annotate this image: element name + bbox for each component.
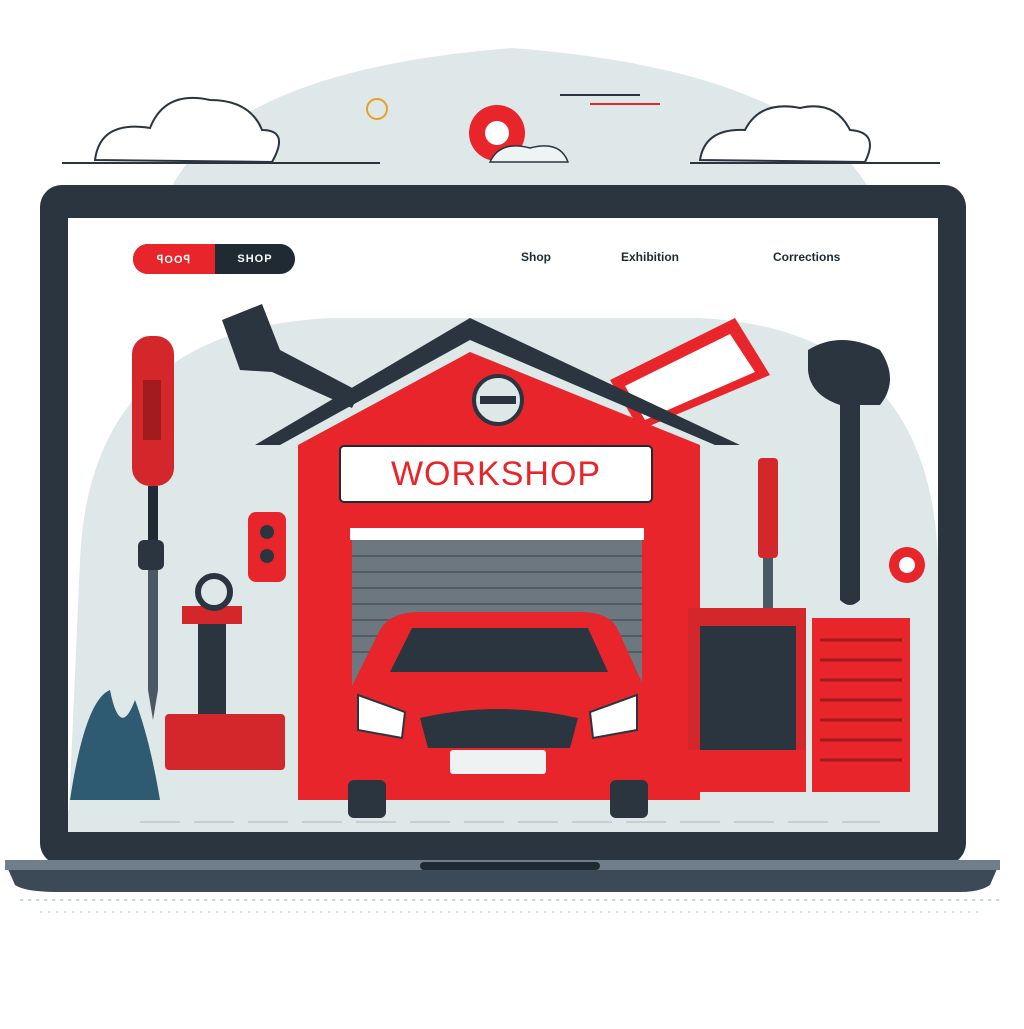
workshop-sign: WORKSHOP [340, 446, 652, 502]
nav-toggle[interactable]: ꟼOOꟼ SHOP [133, 244, 295, 274]
sky-decoration [62, 48, 940, 190]
website-screen: ꟼOOꟼ SHOP Shop Exhibition Corrections [68, 218, 938, 832]
nav-link-exhibition[interactable]: Exhibition [621, 250, 679, 264]
nav-toggle-shop[interactable]: SHOP [215, 244, 295, 274]
nav-toggle-primary[interactable]: ꟼOOꟼ [133, 244, 215, 274]
workshop-sign-text: WORKSHOP [390, 454, 602, 493]
nav-link-shop[interactable]: Shop [521, 250, 551, 264]
nav-link-corrections[interactable]: Corrections [773, 250, 840, 264]
